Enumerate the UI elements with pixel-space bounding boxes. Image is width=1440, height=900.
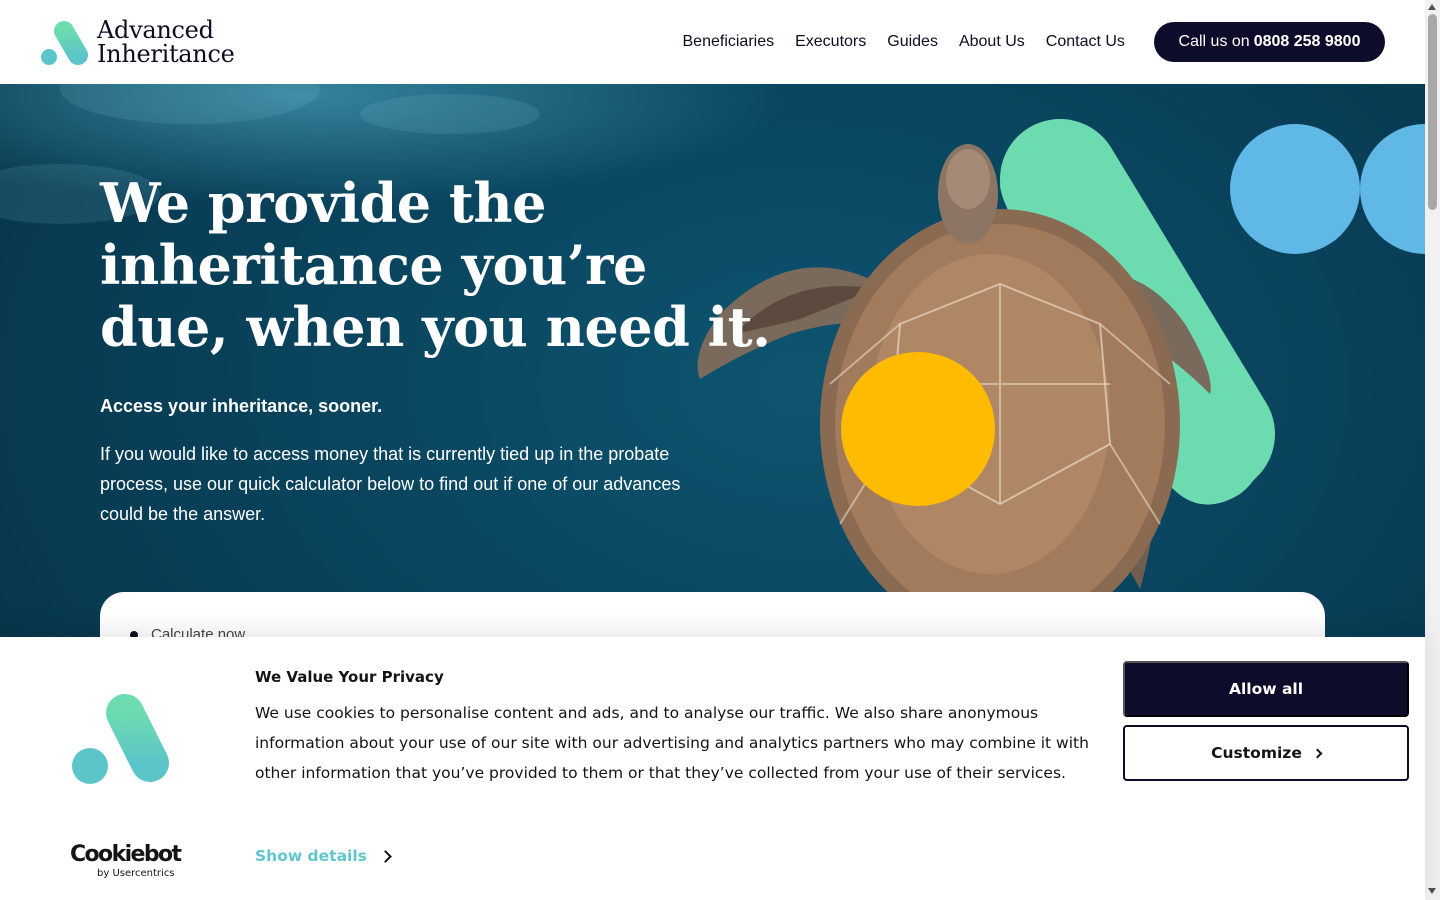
scroll-down-arrow-icon[interactable]	[1428, 888, 1436, 894]
brand-mark-icon	[72, 694, 169, 784]
main-nav: Beneficiaries Executors Guides About Us …	[672, 22, 1135, 62]
nav-beneficiaries[interactable]: Beneficiaries	[683, 33, 775, 51]
site-header: Advanced Inheritance Beneficiaries Execu…	[0, 0, 1425, 84]
show-details-link[interactable]: Show details	[255, 847, 392, 865]
cookiebot-logo: Cookiebot by Usercentrics	[70, 842, 182, 880]
scrollbar-thumb[interactable]	[1428, 14, 1437, 210]
logo-mark-icon	[41, 21, 88, 65]
nav-guides[interactable]: Guides	[887, 33, 938, 51]
nav-executors[interactable]: Executors	[795, 33, 866, 51]
nav-contact-us[interactable]: Contact Us	[1046, 33, 1125, 51]
call-us-button[interactable]: Call us on 0808 258 9800	[1154, 22, 1385, 62]
blue-circle-shape	[1360, 124, 1425, 254]
hero-illustration	[697, 119, 1425, 639]
call-us-prefix: Call us on	[1178, 33, 1250, 50]
customize-button[interactable]: Customize	[1123, 725, 1409, 781]
hero-title: We provide the inheritance you’re due, w…	[100, 171, 771, 359]
cookie-consent-banner: Cookiebot by Usercentrics We Value Your …	[0, 637, 1425, 900]
blue-circle-shape	[1230, 124, 1360, 254]
cookiebot-wordmark: Cookiebot	[70, 842, 182, 867]
cookie-title: We Value Your Privacy	[255, 668, 444, 686]
scroll-up-arrow-icon[interactable]	[1428, 4, 1436, 10]
chevron-right-icon	[1312, 748, 1323, 758]
cookiebot-byline: by Usercentrics	[97, 868, 175, 879]
hero-subtitle: Access your inheritance, sooner.	[100, 396, 383, 416]
nav-about-us[interactable]: About Us	[959, 33, 1025, 51]
customize-label: Customize	[1211, 744, 1302, 762]
cookie-text: We use cookies to personalise content an…	[255, 704, 1089, 782]
show-details-label: Show details	[255, 847, 367, 865]
call-us-number: 0808 258 9800	[1253, 33, 1361, 50]
logo-line-2: Inheritance	[97, 40, 235, 68]
yellow-circle-shape	[841, 352, 995, 506]
page-scrollbar[interactable]	[1425, 0, 1440, 900]
chevron-right-icon	[379, 849, 392, 863]
logo-wordmark: Advanced Inheritance	[97, 18, 235, 66]
logo-line-1: Advanced	[97, 16, 214, 44]
hero-body-text: If you would like to access money that i…	[100, 444, 681, 524]
allow-all-button[interactable]: Allow all	[1123, 661, 1409, 717]
site-logo[interactable]: Advanced Inheritance	[40, 18, 240, 68]
